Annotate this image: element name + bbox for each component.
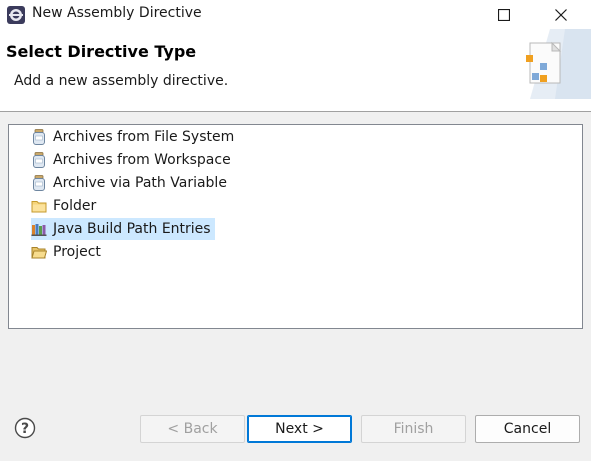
next-button[interactable]: Next > [247, 415, 352, 443]
window-title: New Assembly Directive [32, 5, 202, 21]
list-item-label: Java Build Path Entries [53, 221, 211, 237]
eclipse-app-icon [7, 6, 25, 24]
folder-icon [31, 198, 47, 214]
jar-icon [31, 175, 47, 191]
finish-button[interactable]: Finish [361, 415, 466, 443]
close-button[interactable] [538, 0, 584, 29]
list-item-label: Archive via Path Variable [53, 175, 227, 191]
list-item-label: Archives from File System [53, 129, 235, 145]
back-button[interactable]: < Back [140, 415, 245, 443]
list-item-archive-path-variable[interactable]: Archive via Path Variable [31, 172, 231, 194]
list-item-folder[interactable]: Folder [31, 195, 100, 217]
library-icon [31, 221, 47, 237]
wizard-banner-icon [526, 29, 591, 99]
title-bar: New Assembly Directive [0, 0, 591, 29]
list-item-label: Archives from Workspace [53, 152, 231, 168]
list-item-label: Project [53, 244, 101, 260]
list-item-java-build-path[interactable]: Java Build Path Entries [31, 218, 215, 240]
list-item-archives-workspace[interactable]: Archives from Workspace [31, 149, 235, 171]
cancel-button[interactable]: Cancel [475, 415, 580, 443]
help-icon[interactable]: ? [14, 417, 36, 439]
wizard-header: Select Directive Type Add a new assembly… [0, 29, 591, 111]
list-item-project[interactable]: Project [31, 241, 105, 263]
directive-type-list[interactable]: Archives from File System Archives from … [8, 124, 583, 329]
jar-icon [31, 129, 47, 145]
maximize-button[interactable] [481, 0, 527, 29]
maximize-icon [498, 8, 510, 21]
svg-text:?: ? [21, 421, 29, 437]
list-item-archives-file-system[interactable]: Archives from File System [31, 126, 238, 148]
jar-icon [31, 152, 47, 168]
page-description: Add a new assembly directive. [14, 73, 229, 89]
project-folder-icon [31, 244, 47, 260]
dialog-body: Archives from File System Archives from … [0, 112, 591, 461]
close-icon [555, 8, 567, 21]
page-title: Select Directive Type [6, 42, 197, 61]
list-item-label: Folder [53, 198, 97, 214]
